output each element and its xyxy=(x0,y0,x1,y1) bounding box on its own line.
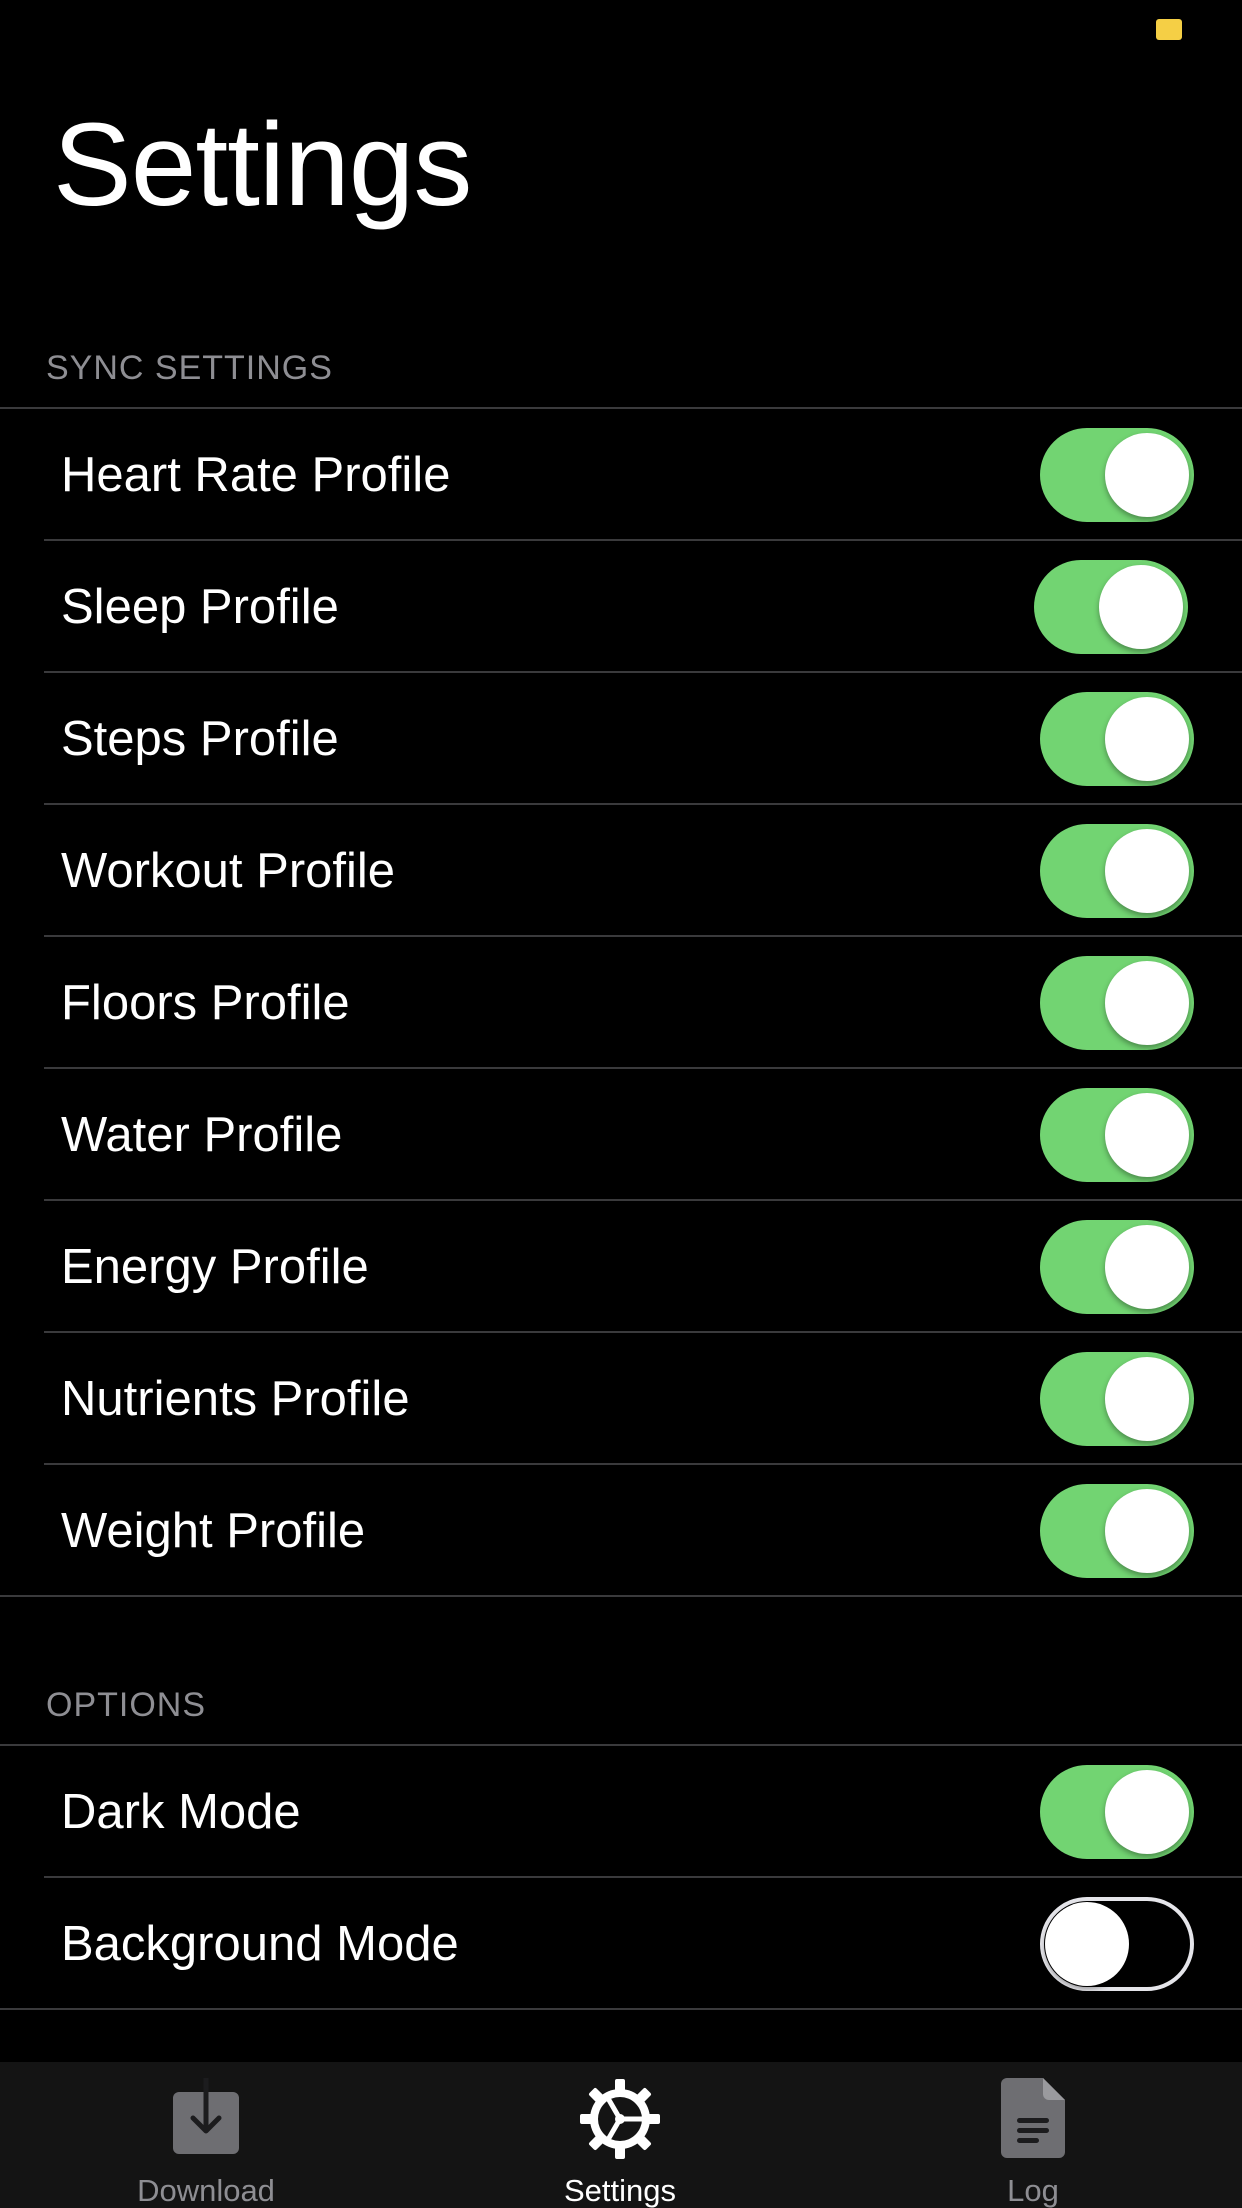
sleep-profile-toggle[interactable] xyxy=(1034,560,1188,654)
row-label: Nutrients Profile xyxy=(61,1372,410,1426)
settings-row: Background Mode xyxy=(0,1878,1242,2010)
toggle-knob xyxy=(1105,697,1189,781)
row-label: Background Mode xyxy=(61,1917,459,1971)
settings-row: Steps Profile xyxy=(0,673,1242,805)
tab-label: Log xyxy=(1007,2173,1059,2208)
section-header-options: OPTIONS xyxy=(46,1686,207,1724)
water-profile-toggle[interactable] xyxy=(1040,1088,1194,1182)
tab-bar: Download Settings Log xyxy=(0,2062,1242,2208)
toggle-knob xyxy=(1105,1225,1189,1309)
toggle-knob xyxy=(1099,565,1183,649)
row-label: Sleep Profile xyxy=(61,580,339,634)
status-bar xyxy=(0,0,1242,60)
toggle-knob xyxy=(1105,1357,1189,1441)
toggle-knob xyxy=(1105,1770,1189,1854)
download-icon xyxy=(171,2075,241,2161)
options-list: Dark Mode Background Mode xyxy=(0,1744,1242,2010)
sync-settings-list: Heart Rate Profile Sleep Profile Steps P… xyxy=(0,407,1242,1597)
tab-label: Download xyxy=(137,2173,275,2208)
settings-row: Dark Mode xyxy=(0,1746,1242,1878)
settings-row: Sleep Profile xyxy=(0,541,1242,673)
row-label: Weight Profile xyxy=(61,1504,366,1558)
settings-row: Weight Profile xyxy=(0,1465,1242,1597)
document-icon xyxy=(1001,2078,1065,2163)
weight-profile-toggle[interactable] xyxy=(1040,1484,1194,1578)
toggle-knob xyxy=(1105,1093,1189,1177)
settings-row: Workout Profile xyxy=(0,805,1242,937)
heart-rate-profile-toggle[interactable] xyxy=(1040,428,1194,522)
toggle-knob xyxy=(1105,829,1189,913)
nutrients-profile-toggle[interactable] xyxy=(1040,1352,1194,1446)
row-label: Floors Profile xyxy=(61,976,350,1030)
toggle-knob xyxy=(1105,961,1189,1045)
tab-download[interactable]: Download xyxy=(56,2062,356,2208)
row-label: Heart Rate Profile xyxy=(61,448,451,502)
toggle-knob xyxy=(1105,433,1189,517)
settings-row: Heart Rate Profile xyxy=(0,409,1242,541)
row-label: Workout Profile xyxy=(61,844,396,898)
row-label: Energy Profile xyxy=(61,1240,369,1294)
section-header-sync-settings: SYNC SETTINGS xyxy=(46,349,333,387)
settings-row: Floors Profile xyxy=(0,937,1242,1069)
energy-profile-toggle[interactable] xyxy=(1040,1220,1194,1314)
floors-profile-toggle[interactable] xyxy=(1040,956,1194,1050)
tab-settings[interactable]: Settings xyxy=(470,2062,770,2208)
toggle-knob xyxy=(1045,1902,1129,1986)
background-mode-toggle[interactable] xyxy=(1040,1897,1194,1991)
settings-row: Energy Profile xyxy=(0,1201,1242,1333)
workout-profile-toggle[interactable] xyxy=(1040,824,1194,918)
settings-row: Nutrients Profile xyxy=(0,1333,1242,1465)
row-label: Water Profile xyxy=(61,1108,343,1162)
row-label: Steps Profile xyxy=(61,712,339,766)
steps-profile-toggle[interactable] xyxy=(1040,692,1194,786)
page-title: Settings xyxy=(53,99,472,231)
tab-label: Settings xyxy=(563,2173,676,2208)
dark-mode-toggle[interactable] xyxy=(1040,1765,1194,1859)
gear-icon xyxy=(579,2078,661,2165)
toggle-knob xyxy=(1105,1489,1189,1573)
row-label: Dark Mode xyxy=(61,1785,301,1839)
battery-icon xyxy=(1156,19,1182,40)
tab-log[interactable]: Log xyxy=(883,2062,1183,2208)
settings-row: Water Profile xyxy=(0,1069,1242,1201)
